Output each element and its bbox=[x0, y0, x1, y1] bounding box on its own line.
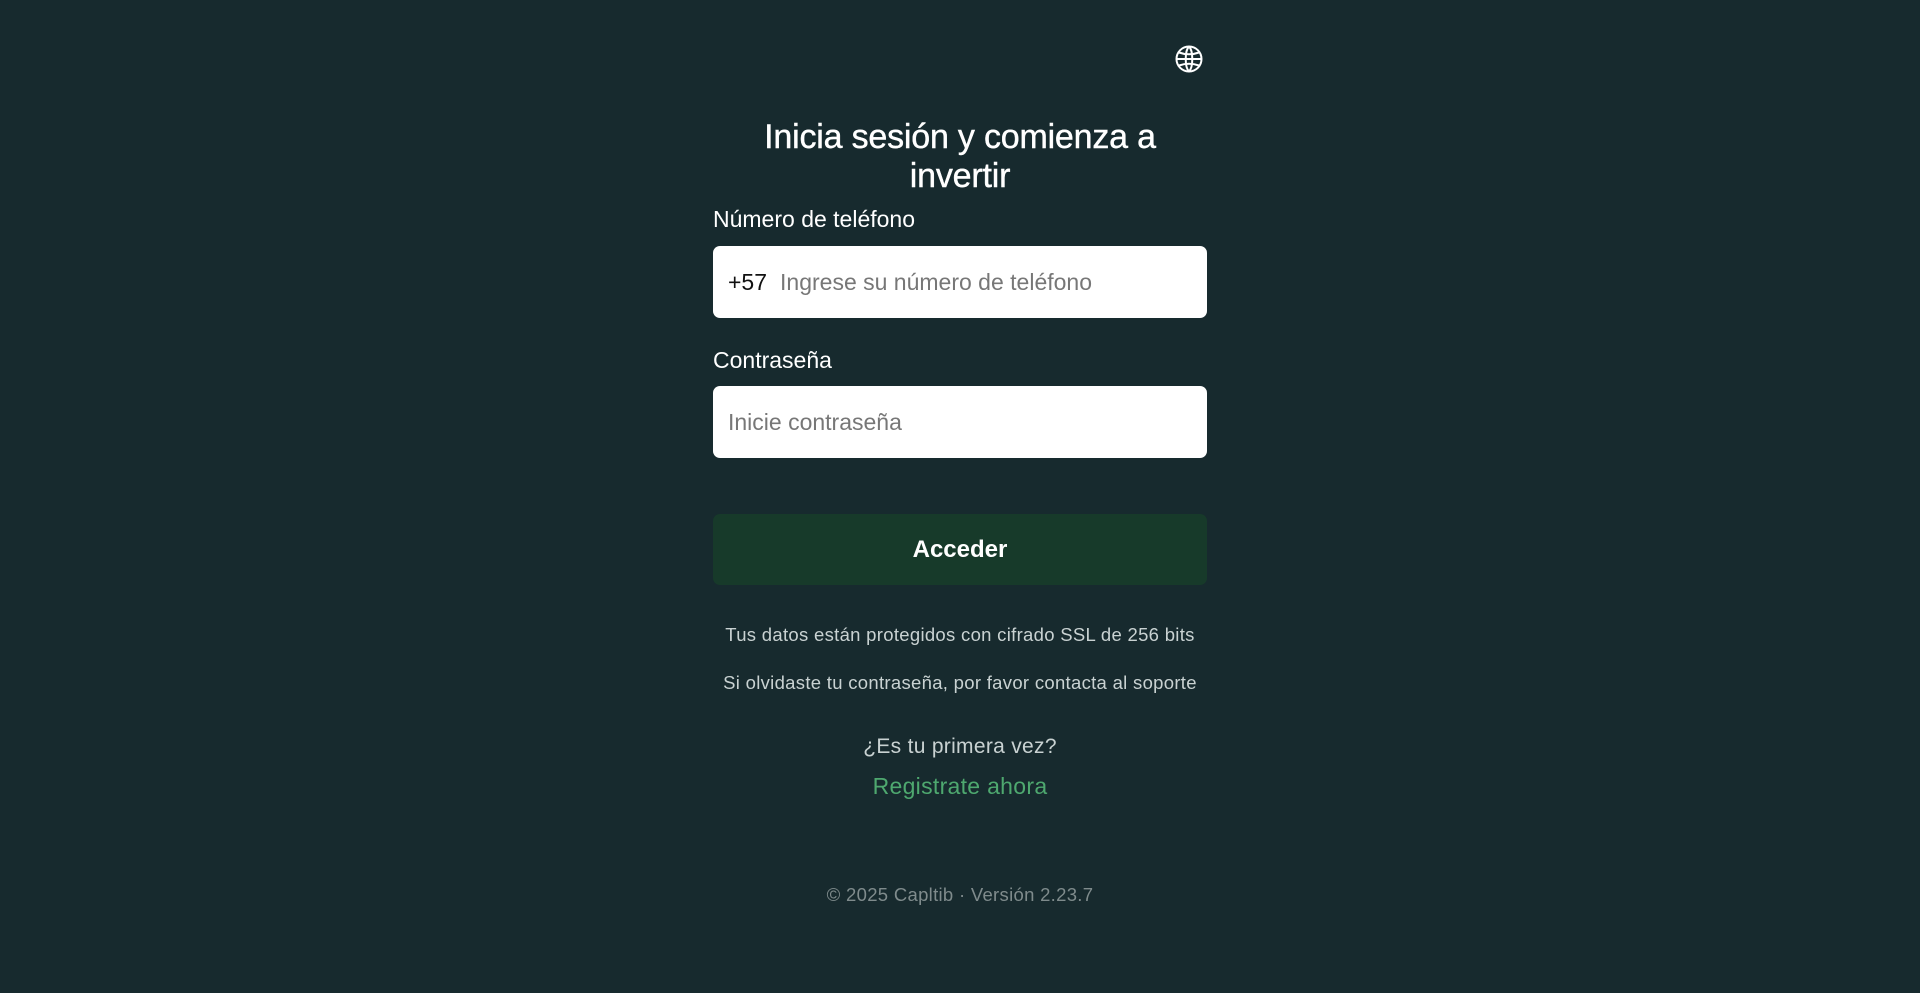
login-button[interactable]: Acceder bbox=[713, 514, 1207, 585]
footer-copyright: © 2025 Capltib · Versión 2.23.7 bbox=[826, 884, 1094, 905]
password-field[interactable] bbox=[713, 386, 1207, 458]
password-input[interactable] bbox=[728, 408, 1192, 436]
password-label: Contraseña bbox=[713, 347, 832, 373]
first-time-text: ¿Es tu primera vez? bbox=[863, 735, 1057, 758]
country-code-prefix: +57 bbox=[728, 268, 768, 295]
language-button[interactable] bbox=[1172, 44, 1206, 78]
page-title: Inicia sesión y comienza a invertir bbox=[764, 118, 1156, 195]
ssl-note: Tus datos están protegidos con cifrado S… bbox=[725, 624, 1195, 645]
phone-label: Número de teléfono bbox=[713, 206, 916, 232]
phone-field[interactable]: +57 bbox=[713, 246, 1207, 318]
phone-input[interactable] bbox=[780, 268, 1192, 296]
register-link[interactable]: Registrate ahora bbox=[713, 773, 1207, 800]
forgot-password-note: Si olvidaste tu contraseña, por favor co… bbox=[723, 672, 1197, 693]
globe-icon bbox=[1174, 44, 1204, 79]
